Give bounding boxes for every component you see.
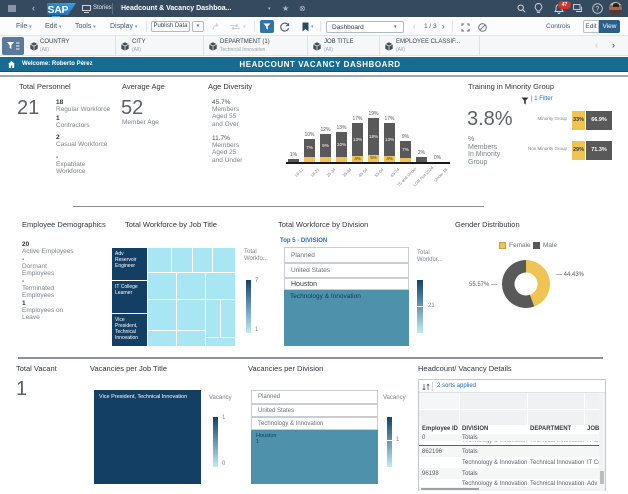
svg-text:SAP: SAP [48,4,69,15]
svg-text:?: ? [595,6,599,13]
